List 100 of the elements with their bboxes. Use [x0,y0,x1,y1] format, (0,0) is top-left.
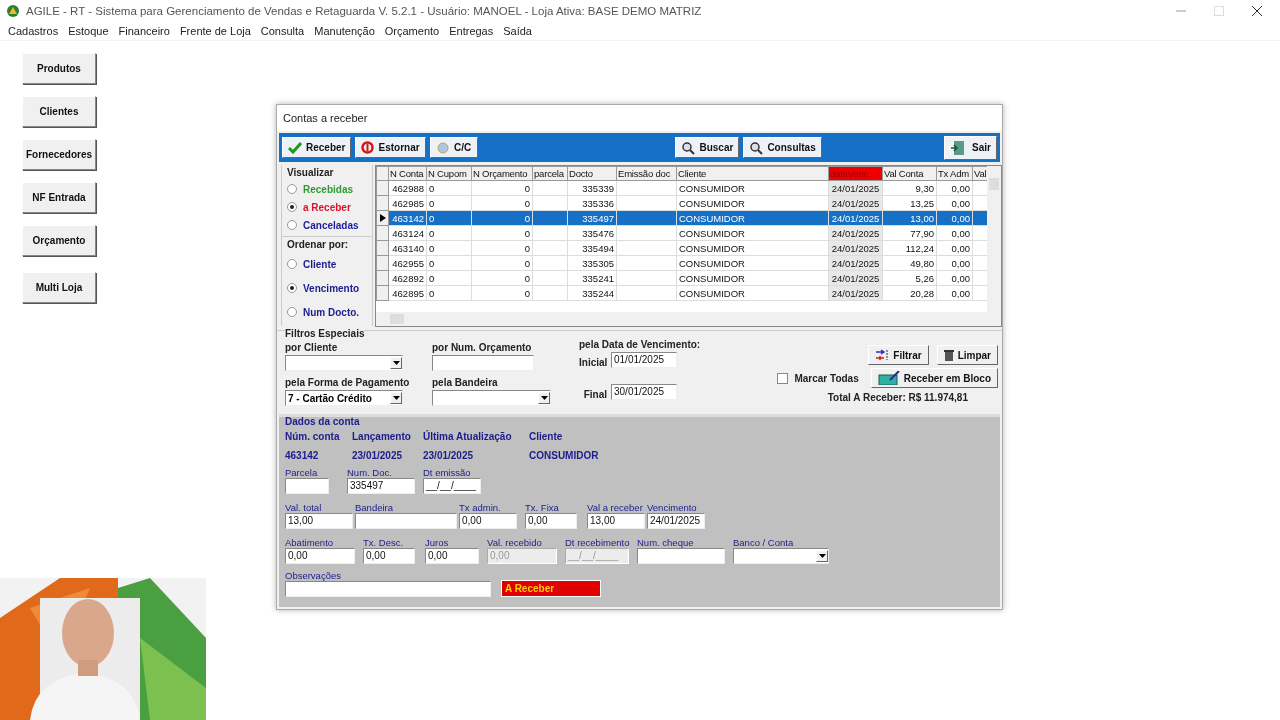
brand-dropdown[interactable] [432,390,551,406]
menu-item[interactable]: Manutenção [314,25,375,37]
notes-field[interactable] [285,581,491,597]
menu-item[interactable]: Consulta [260,25,305,37]
menu-item[interactable]: Entregas [449,25,494,37]
table-cell: 0 [524,227,530,239]
column-header[interactable]: Val Conta [882,166,937,181]
caret-icon [540,396,548,400]
side-button[interactable]: Multi Loja [22,272,96,303]
filter-icon [875,349,890,361]
input-field[interactable] [285,478,329,494]
table-cell: 463140 [392,242,424,254]
input-field[interactable]: 335497 [347,478,415,494]
summary-value: 23/01/2025 [352,450,404,461]
summary-value: 463142 [285,450,320,461]
field-label: Dt emissão [423,467,472,478]
field-label: Vencimento [647,502,698,513]
input-field[interactable]: __/__/____ [423,478,481,494]
field-label: por Cliente [285,342,339,353]
group-title: Visualizar [286,166,335,180]
side-button[interactable]: Produtos [22,53,96,84]
input-field[interactable]: 24/01/2025 [647,513,705,529]
select-all-checkbox[interactable]: Marcar Todas [777,372,859,384]
column-header[interactable]: Cliente [676,166,829,181]
radio-option[interactable]: Cliente [284,252,370,276]
side-button[interactable]: Fornecedores [22,139,96,170]
column-header[interactable]: Emissão doc [616,166,677,181]
bank-dropdown[interactable] [733,548,829,564]
input-field[interactable]: 13,00 [587,513,645,529]
client-dropdown[interactable] [285,355,403,371]
radio-option[interactable]: a Receber [284,198,370,216]
search-icon [749,140,764,155]
side-button[interactable]: Orçamento [22,225,96,256]
field-label: pela Data de Vencimento: [579,339,702,350]
window-title: AGILE - RT - Sistema para Gerenciamento de Vendas e Retaguarda V. 5.2.1 - Usuário: MANOEL - Loja Ativa: BASE DEMO MATRIZ [26,5,702,17]
radio-option[interactable]: Canceladas [284,216,370,234]
input-field[interactable]: 0,00 [525,513,577,529]
field-label: Final [582,389,607,400]
search-icon [681,140,696,155]
column-header[interactable]: parcela [532,166,568,181]
table-cell: 0,00 [951,182,970,194]
table-cell: 0 [524,197,530,209]
table-cell: 0 [429,272,435,284]
side-button[interactable]: NF Entrada [22,182,96,213]
column-header[interactable]: Tx Adm [936,166,973,181]
batch-receive-button[interactable]: Receber em Bloco [870,368,998,388]
clear-button[interactable]: Limpar [936,345,998,365]
field-label: Tx. Desc. [363,537,405,548]
radio-option[interactable]: Vencimento [284,276,370,300]
table-cell: 335336 [582,197,614,209]
table-cell: 0 [429,212,435,224]
input-field[interactable] [637,548,725,564]
table-cell: 49,80 [910,257,934,269]
table-cell: 462988 [392,182,424,194]
input-field[interactable] [355,513,457,529]
input-field[interactable]: 0,00 [425,548,479,564]
menu-item[interactable]: Estoque [68,25,109,37]
input-field[interactable]: 0,00 [363,548,415,564]
toolbar-button[interactable]: Estornar [355,137,426,158]
menu-item[interactable]: Financeiro [118,25,170,37]
table-cell: 0 [524,182,530,194]
column-header[interactable]: N Orçamento [471,166,533,181]
table-cell: 335339 [582,182,614,194]
group-title: Filtros Especiais [285,328,365,339]
menu-item[interactable]: Cadastros [8,25,59,37]
filter-button[interactable]: Filtrar [868,345,929,365]
date-field[interactable]: 01/01/2025 [611,352,677,368]
table-cell: 335497 [582,212,614,224]
table-cell: 0,00 [951,257,970,269]
table-cell: 463142 [392,212,424,224]
column-header[interactable]: N Conta [388,166,427,181]
exit-button[interactable]: Sair [944,135,997,160]
field-label: pela Bandeira [432,377,499,388]
toolbar-button[interactable]: Buscar [675,137,740,158]
column-header[interactable]: Docto [567,166,617,181]
input-field[interactable]: 0,00 [285,548,355,564]
payment-dropdown[interactable]: 7 - Cartão Crédito [285,390,403,406]
menu-item[interactable]: Frente de Loja [179,25,251,37]
table-cell: 77,90 [910,227,934,239]
table-cell: 0,00 [951,197,970,209]
input-field[interactable]: 0,00 [459,513,517,529]
menu-item[interactable]: Saída [503,25,532,37]
input-field[interactable] [432,355,534,371]
table-cell: 0,00 [951,227,970,239]
field-label: Banco / Conta [733,537,795,548]
side-button[interactable]: Clientes [22,96,96,127]
radio-option[interactable]: Num Docto. [284,300,370,324]
toolbar-button[interactable]: Consultas [743,137,822,158]
menu-item[interactable]: Orçamento [384,25,440,37]
toolbar-button[interactable]: Receber [282,137,352,158]
vertical-scrollbar[interactable] [987,166,1001,326]
input-field[interactable]: 13,00 [285,513,353,529]
close-icon[interactable] [1252,6,1262,16]
toolbar-button[interactable]: C/C [429,137,478,158]
date-field[interactable]: 30/01/2025 [611,384,677,400]
horizontal-scrollbar[interactable] [376,312,987,326]
table-cell: 24/01/2025 [831,257,880,269]
table-cell: 0 [524,212,530,224]
column-header[interactable]: N Cupom [426,166,472,181]
table-cell: 462895 [392,287,424,299]
